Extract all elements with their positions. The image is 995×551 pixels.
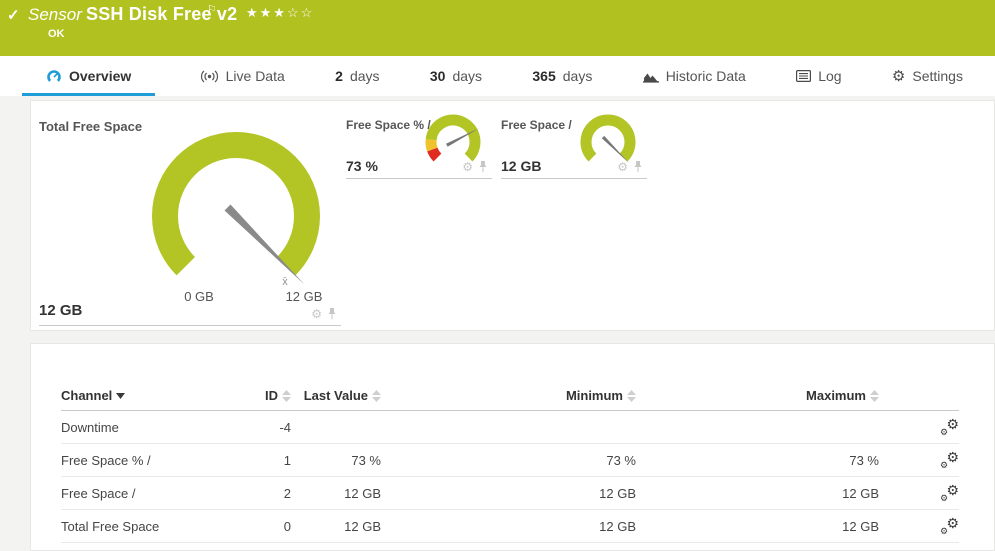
tab-label: days: [452, 68, 482, 84]
gauge-mean-marker: x̄: [282, 276, 288, 288]
widget-pin-icon[interactable]: [633, 160, 643, 173]
gauge-min-label: 0 GB: [184, 289, 214, 304]
column-header-last-value[interactable]: Last Value: [291, 388, 381, 403]
channel-id: 1: [261, 453, 291, 468]
widget-gear-icon[interactable]: ⚙: [311, 308, 322, 320]
tab-settings[interactable]: ⚙ Settings: [886, 56, 969, 96]
gauge-widget-total-free-space: Total Free Space x̄ 0 GB 12 GB 12 GB ⚙: [39, 111, 341, 326]
status-check-icon: ✓: [7, 6, 20, 24]
gauge-current-value: 73 %: [346, 158, 378, 174]
tab-2-days[interactable]: 2 days: [329, 56, 385, 96]
gauge-arc-yellow: [431, 140, 432, 150]
channel-name[interactable]: Free Space /: [61, 486, 261, 501]
channel-minimum: 12 GB: [381, 486, 636, 501]
column-header-maximum[interactable]: Maximum: [636, 388, 879, 403]
tab-number: 2: [335, 68, 343, 84]
column-header-channel[interactable]: Channel: [61, 388, 261, 403]
gauge-icon: [46, 69, 62, 84]
channel-maximum: 12 GB: [636, 519, 879, 534]
table-row: Downtime -4 ⚙⚙: [61, 411, 959, 444]
channel-last-value: 12 GB: [291, 519, 381, 534]
tab-number: 30: [430, 68, 446, 84]
widget-actions: ⚙: [311, 307, 337, 320]
channel-id: 0: [261, 519, 291, 534]
channel-settings-icon[interactable]: ⚙⚙: [940, 485, 959, 502]
channel-minimum: 12 GB: [381, 519, 636, 534]
gauge-title: Free Space /: [501, 118, 572, 132]
tab-label: Settings: [912, 68, 963, 84]
sensor-header: ✓ Sensor SSH Disk Free v2 ⚐ ★★★☆☆ OK: [0, 0, 995, 56]
priority-stars[interactable]: ★★★☆☆: [246, 5, 314, 21]
channel-id: 2: [261, 486, 291, 501]
historic-chart-icon: [643, 70, 659, 83]
live-data-icon: [200, 70, 219, 83]
channel-settings-icon[interactable]: ⚙⚙: [940, 419, 959, 436]
column-header-minimum[interactable]: Minimum: [381, 388, 636, 403]
table-row: Free Space / 2 12 GB 12 GB 12 GB ⚙⚙: [61, 477, 959, 510]
channel-maximum: 12 GB: [636, 486, 879, 501]
table-row: Total Free Space 0 12 GB 12 GB 12 GB ⚙⚙: [61, 510, 959, 543]
channel-name[interactable]: Free Space % /: [61, 453, 261, 468]
channel-minimum: 73 %: [381, 453, 636, 468]
tab-365-days[interactable]: 365 days: [526, 56, 598, 96]
flag-icon[interactable]: ⚐: [207, 3, 217, 16]
channel-name[interactable]: Downtime: [61, 420, 261, 435]
overview-gauges-panel: Total Free Space x̄ 0 GB 12 GB 12 GB ⚙ F…: [30, 100, 995, 331]
tab-label: days: [563, 68, 593, 84]
channel-last-value: 73 %: [291, 453, 381, 468]
gauge-max-label: 12 GB: [286, 289, 323, 304]
column-header-id[interactable]: ID: [261, 388, 291, 403]
total-free-space-gauge: x̄ 0 GB 12 GB: [126, 109, 346, 307]
tab-label: Overview: [69, 68, 131, 84]
tab-log[interactable]: Log: [790, 56, 847, 96]
log-icon: [796, 70, 811, 82]
channel-id: -4: [261, 420, 291, 435]
table-row: Free Space % / 1 73 % 73 % 73 % ⚙⚙: [61, 444, 959, 477]
sort-icon: [870, 390, 879, 402]
widget-pin-icon[interactable]: [478, 160, 488, 173]
tab-live-data[interactable]: Live Data: [194, 56, 291, 96]
widget-pin-icon[interactable]: [327, 307, 337, 320]
gauge-arc: [586, 120, 630, 158]
gauge-arc: [165, 145, 307, 266]
settings-gear-icon: ⚙: [892, 69, 905, 84]
tab-label: Log: [818, 68, 841, 84]
sort-desc-icon: [116, 393, 125, 399]
sensor-kind-label: Sensor: [28, 5, 82, 25]
channel-settings-icon[interactable]: ⚙⚙: [940, 452, 959, 469]
gauge-current-value: 12 GB: [39, 302, 82, 319]
gauge-widget-free-space-percent: Free Space % / 73 % ⚙: [346, 111, 492, 179]
gauge-arc-red: [432, 150, 437, 158]
tab-number: 365: [532, 68, 555, 84]
channel-settings-icon[interactable]: ⚙⚙: [940, 518, 959, 535]
gauge-widget-free-space: Free Space / 12 GB ⚙: [501, 111, 647, 179]
widget-gear-icon[interactable]: ⚙: [617, 161, 628, 173]
channel-table: Channel ID Last Value Minimum: [61, 381, 959, 543]
tab-historic-data[interactable]: Historic Data: [637, 56, 752, 96]
tab-label: days: [350, 68, 380, 84]
widget-gear-icon[interactable]: ⚙: [462, 161, 473, 173]
sort-icon: [282, 390, 291, 402]
gauge-current-value: 12 GB: [501, 158, 541, 174]
sort-icon: [372, 390, 381, 402]
sort-icon: [627, 390, 636, 402]
widget-actions: ⚙: [462, 160, 488, 173]
tab-30-days[interactable]: 30 days: [424, 56, 488, 96]
tab-label: Live Data: [226, 68, 285, 84]
tab-bar: Overview Live Data 2 days 30 days 365 da…: [0, 56, 995, 96]
widget-actions: ⚙: [617, 160, 643, 173]
channel-maximum: 73 %: [636, 453, 879, 468]
tab-overview[interactable]: Overview: [22, 56, 155, 96]
status-badge: OK: [48, 28, 65, 40]
table-header-row: Channel ID Last Value Minimum: [61, 381, 959, 411]
channel-last-value: 12 GB: [291, 486, 381, 501]
tab-label: Historic Data: [666, 68, 746, 84]
channel-table-panel: Channel ID Last Value Minimum: [30, 343, 995, 551]
channel-name[interactable]: Total Free Space: [61, 519, 261, 534]
